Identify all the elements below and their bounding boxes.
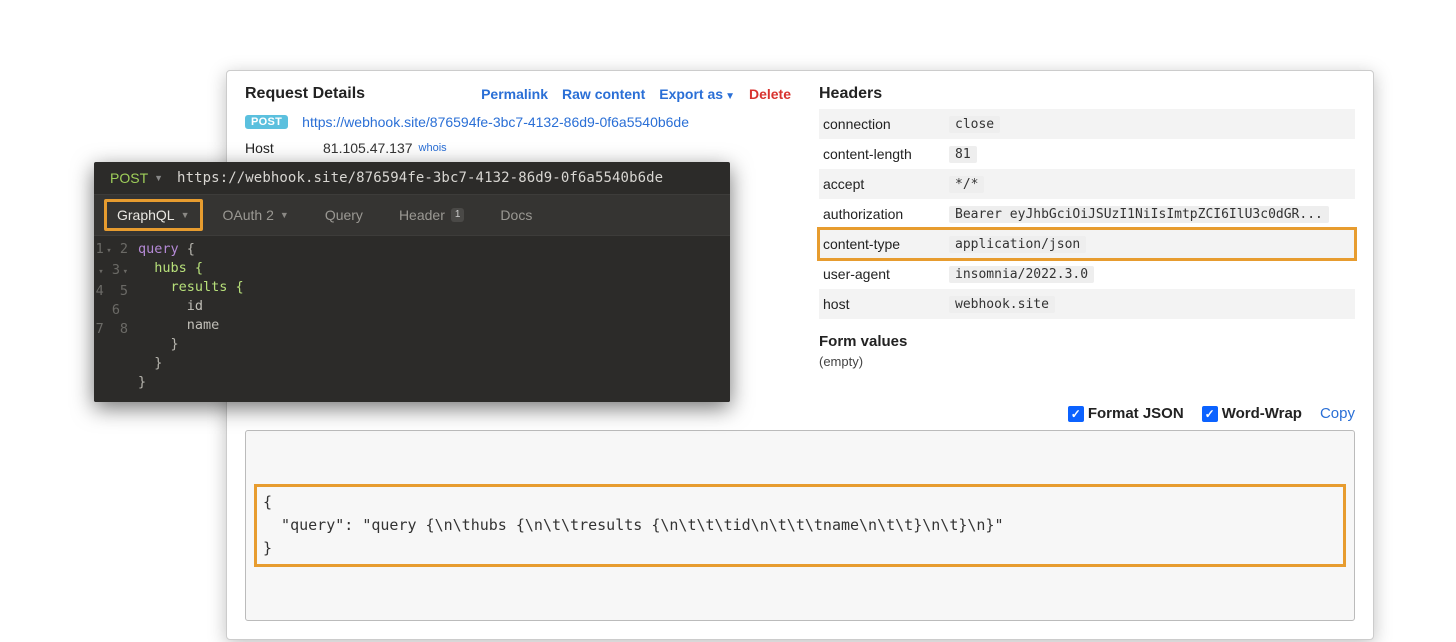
code-line: results { — [138, 279, 244, 295]
editor-gutter: 1▾ 2▾ 3▾ 4 5 6 7 8 — [94, 240, 138, 392]
header-row-content-type: content-type application/json — [819, 229, 1355, 259]
header-value: */* — [949, 176, 984, 193]
tab-label: Header — [399, 207, 445, 223]
permalink-link[interactable]: Permalink — [481, 86, 548, 102]
method-dropdown[interactable]: POST ▼ — [110, 170, 163, 186]
header-value: insomnia/2022.3.0 — [949, 266, 1094, 283]
chevron-down-icon: ▼ — [280, 210, 289, 220]
delete-link[interactable]: Delete — [749, 86, 791, 102]
tab-label: Query — [325, 207, 363, 223]
code-line: name — [138, 317, 219, 333]
fold-icon: ▾ — [96, 263, 104, 282]
insomnia-panel: POST ▼ https://webhook.site/876594fe-3bc… — [94, 162, 730, 402]
header-row: host webhook.site — [819, 289, 1355, 319]
graphql-editor[interactable]: 1▾ 2▾ 3▾ 4 5 6 7 8 query { hubs { result… — [94, 236, 730, 402]
header-row: authorization Bearer eyJhbGciOiJSUzI1NiI… — [819, 199, 1355, 229]
request-actions: Permalink Raw content Export as▼ Delete — [481, 86, 791, 102]
header-name: host — [819, 296, 949, 312]
editor-code: query { hubs { results { id name } } } — [138, 240, 244, 392]
tab-query[interactable]: Query — [307, 195, 381, 235]
tab-header[interactable]: Header 1 — [381, 195, 482, 235]
request-host-row: Host 81.105.47.137 whois — [245, 135, 791, 161]
chevron-down-icon: ▼ — [725, 91, 735, 102]
tab-graphql[interactable]: GraphQL ▼ — [104, 199, 203, 231]
copy-link[interactable]: Copy — [1320, 405, 1355, 422]
raw-content-link[interactable]: Raw content — [562, 86, 645, 102]
header-name: content-type — [819, 236, 949, 252]
tab-label: GraphQL — [117, 207, 175, 223]
request-url-input[interactable]: https://webhook.site/876594fe-3bc7-4132-… — [177, 170, 663, 186]
line-number: 5 — [120, 283, 128, 299]
code-line: } — [138, 374, 146, 390]
code-token: { — [179, 241, 195, 257]
whois-link[interactable]: whois — [419, 142, 447, 154]
request-url-row: POST https://webhook.site/876594fe-3bc7-… — [245, 109, 791, 135]
method-label: POST — [110, 170, 148, 186]
checkbox-checked-icon: ✓ — [1068, 406, 1084, 422]
form-values-empty: (empty) — [819, 354, 1355, 369]
format-json-toggle[interactable]: ✓Format JSON — [1068, 405, 1184, 422]
header-row: user-agent insomnia/2022.3.0 — [819, 259, 1355, 289]
method-badge: POST — [245, 115, 288, 129]
checkbox-checked-icon: ✓ — [1202, 406, 1218, 422]
header-value: close — [949, 116, 1000, 133]
body-options-row: ✓Format JSON ✓Word-Wrap Copy — [245, 405, 1355, 422]
chevron-down-icon: ▼ — [154, 173, 163, 183]
header-name: user-agent — [819, 266, 949, 282]
fold-icon: ▾ — [120, 263, 128, 282]
header-name: accept — [819, 176, 949, 192]
tab-label: Docs — [500, 207, 532, 223]
line-number: 1 — [96, 241, 104, 257]
tab-oauth2[interactable]: OAuth 2 ▼ — [205, 195, 307, 235]
host-value: 81.105.47.137 — [323, 140, 413, 156]
line-number: 8 — [120, 321, 128, 337]
header-name: connection — [819, 116, 949, 132]
format-json-label: Format JSON — [1088, 405, 1184, 422]
export-as-label: Export as — [659, 86, 723, 102]
line-number: 4 — [96, 283, 104, 299]
request-body-highlight: { "query": "query {\n\thubs {\n\t\tresul… — [254, 484, 1346, 568]
request-body-box: { "query": "query {\n\thubs {\n\t\tresul… — [245, 430, 1355, 621]
header-name: content-length — [819, 146, 949, 162]
header-value: 81 — [949, 146, 977, 163]
line-number: 6 — [112, 302, 120, 318]
insomnia-tabs: GraphQL ▼ OAuth 2 ▼ Query Header 1 Docs — [94, 194, 730, 236]
host-label: Host — [245, 140, 323, 156]
fold-icon: ▾ — [104, 242, 112, 261]
body-line: { — [263, 493, 272, 511]
header-row: connection close — [819, 109, 1355, 139]
header-count-badge: 1 — [451, 208, 465, 222]
insomnia-urlbar: POST ▼ https://webhook.site/876594fe-3bc… — [94, 162, 730, 194]
header-value: Bearer eyJhbGciOiJSUzI1NiIsImtpZCI6IlU3c… — [949, 206, 1329, 223]
chevron-down-icon: ▼ — [181, 210, 190, 220]
tab-label: OAuth 2 — [223, 207, 274, 223]
body-line: } — [263, 539, 272, 557]
request-details-title: Request Details — [245, 85, 365, 103]
header-row: content-length 81 — [819, 139, 1355, 169]
word-wrap-toggle[interactable]: ✓Word-Wrap — [1202, 405, 1302, 422]
form-values-title: Form values — [819, 333, 1355, 350]
code-line: } — [138, 336, 179, 352]
line-number: 3 — [112, 262, 120, 278]
code-line: id — [138, 298, 203, 314]
export-as-link[interactable]: Export as▼ — [659, 86, 735, 102]
header-value: application/json — [949, 236, 1086, 253]
header-row: accept */* — [819, 169, 1355, 199]
header-value: webhook.site — [949, 296, 1055, 313]
code-token: query — [138, 241, 179, 257]
word-wrap-label: Word-Wrap — [1222, 405, 1302, 422]
request-url[interactable]: https://webhook.site/876594fe-3bc7-4132-… — [302, 114, 689, 130]
code-line: hubs { — [138, 260, 203, 276]
headers-title: Headers — [819, 85, 1355, 103]
body-line: "query": "query {\n\thubs {\n\t\tresults… — [263, 516, 1004, 534]
code-line: } — [138, 355, 162, 371]
line-number: 7 — [96, 321, 104, 337]
headers-table: connection close content-length 81 accep… — [819, 109, 1355, 319]
header-name: authorization — [819, 206, 949, 222]
headers-column: Headers connection close content-length … — [819, 85, 1355, 369]
line-number: 2 — [120, 241, 128, 257]
tab-docs[interactable]: Docs — [482, 195, 550, 235]
